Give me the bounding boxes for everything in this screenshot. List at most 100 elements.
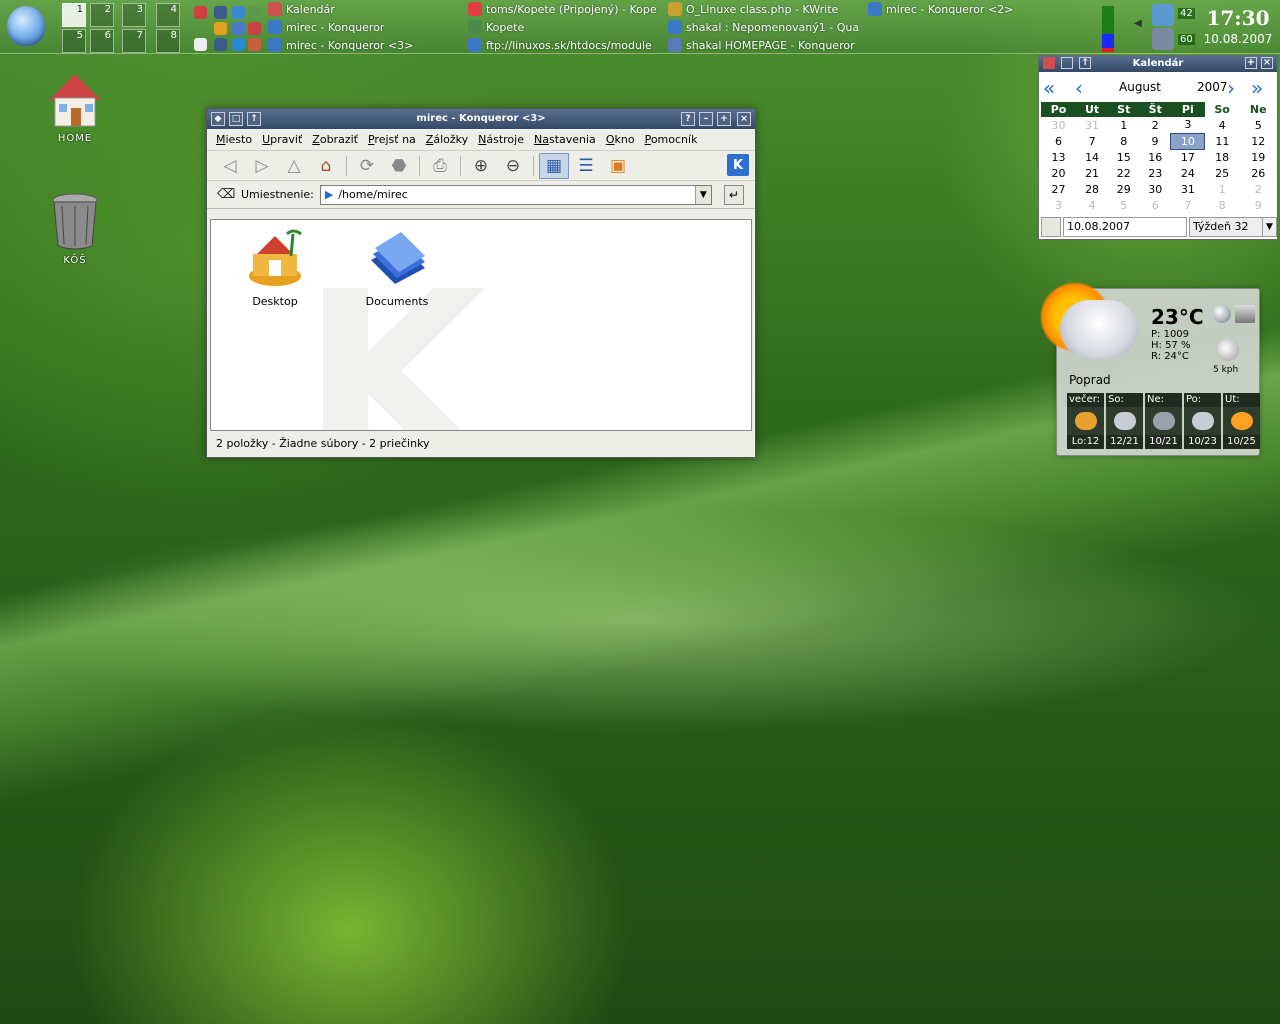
sticky-icon[interactable]: □: [229, 112, 243, 126]
task-item[interactable]: mirec - Konqueror: [268, 18, 458, 36]
icon-view-icon[interactable]: ▦: [539, 152, 569, 179]
calendar-day[interactable]: 12: [1239, 133, 1277, 149]
clock-app-icon[interactable]: [194, 38, 207, 51]
calendar-day[interactable]: 21: [1076, 165, 1108, 181]
menu-prejst-na[interactable]: Prejsť na: [363, 133, 421, 146]
calendar-day[interactable]: 11: [1205, 133, 1240, 149]
help-icon[interactable]: ?: [681, 112, 695, 126]
calendar-month[interactable]: August: [1119, 80, 1161, 94]
detail-view-icon[interactable]: ☰: [571, 153, 601, 179]
up-icon[interactable]: △: [279, 153, 309, 179]
menu-okno[interactable]: Okno: [601, 133, 640, 146]
next-year-icon[interactable]: »: [1251, 76, 1263, 100]
stop-icon[interactable]: ⬣: [384, 153, 414, 179]
close-icon[interactable]: ×: [737, 112, 751, 126]
prev-month-icon[interactable]: ‹: [1075, 76, 1083, 100]
calendar-day[interactable]: 8: [1108, 133, 1139, 149]
sun-app-icon[interactable]: [214, 22, 227, 35]
calendar-day[interactable]: 24: [1171, 165, 1205, 181]
location-input[interactable]: ▶ /home/mirec ▼: [319, 184, 712, 205]
calendar-day[interactable]: 28: [1076, 181, 1108, 197]
location-dropdown-icon[interactable]: ▼: [694, 185, 711, 204]
task-item[interactable]: mirec - Konqueror <2>: [868, 0, 1058, 18]
pager-desktop-5[interactable]: 5: [62, 29, 86, 53]
calendar-day[interactable]: 5: [1108, 197, 1139, 213]
calendar-day[interactable]: 6: [1041, 133, 1076, 149]
task-item[interactable]: mirec - Konqueror <3>: [268, 36, 458, 54]
calendar-day[interactable]: 25: [1205, 165, 1240, 181]
zoom-in-icon[interactable]: ⊕: [466, 153, 496, 179]
calendar-day[interactable]: 15: [1108, 149, 1139, 165]
menu-pomocnik[interactable]: Pomocník: [640, 133, 703, 146]
tray-collapse-icon[interactable]: ◀: [1134, 18, 1142, 29]
task-item[interactable]: Kopete: [468, 18, 660, 36]
menu-zobrazit[interactable]: Zobraziť: [307, 133, 363, 146]
calendar-day[interactable]: 3: [1041, 197, 1076, 213]
calendar-day[interactable]: 9: [1140, 133, 1171, 149]
k-menu-button[interactable]: [6, 3, 46, 49]
clear-location-icon[interactable]: ⌫: [217, 187, 235, 203]
monitor-icon[interactable]: [214, 6, 227, 19]
pager-desktop-3[interactable]: 3: [122, 3, 146, 27]
network-monitor-icon[interactable]: [1152, 4, 1174, 26]
calendar-day[interactable]: 26: [1239, 165, 1277, 181]
menu-nastavenia[interactable]: Nastavenia: [529, 133, 601, 146]
calendar-year[interactable]: 2007: [1197, 80, 1228, 94]
reload-icon[interactable]: ⟳: [352, 153, 382, 179]
calendar-day[interactable]: 14: [1076, 149, 1108, 165]
konqueror-icon[interactable]: [232, 38, 245, 51]
globe-icon[interactable]: [1213, 305, 1231, 323]
calendar-day[interactable]: 31: [1076, 117, 1108, 133]
calendar-day[interactable]: 4: [1076, 197, 1108, 213]
calendar-day[interactable]: 1: [1205, 181, 1240, 197]
calendar-day[interactable]: 19: [1239, 149, 1277, 165]
date-input[interactable]: 10.08.2007: [1063, 217, 1187, 237]
week-select[interactable]: Týždeň 32 ▼: [1189, 217, 1277, 237]
close-icon[interactable]: ×: [1261, 57, 1273, 69]
calendar-day[interactable]: 30: [1140, 181, 1171, 197]
terminal-icon[interactable]: [214, 38, 227, 51]
clock[interactable]: 17:30 10.08.2007: [1200, 6, 1276, 46]
calendar-day[interactable]: 6: [1140, 197, 1171, 213]
menu-upravit[interactable]: Upraviť: [257, 133, 307, 146]
back-icon[interactable]: ◁: [215, 153, 245, 179]
zoom-out-icon[interactable]: ⊖: [498, 153, 528, 179]
calendar-day[interactable]: 2: [1140, 117, 1171, 133]
menu-miesto[interactable]: Miesto: [211, 133, 257, 146]
task-item[interactable]: ftp://linuxos.sk/htdocs/module: [468, 36, 660, 54]
pager-desktop-6[interactable]: 6: [90, 29, 114, 53]
desktop-icon-trash[interactable]: KÔŠ: [40, 192, 110, 266]
file-item-documents[interactable]: Documents: [347, 226, 447, 308]
calendar-icon[interactable]: [1043, 57, 1055, 69]
lock-icon[interactable]: [194, 6, 207, 19]
keep-above-icon[interactable]: ↑: [1079, 57, 1091, 69]
week-dropdown-icon[interactable]: ▼: [1262, 218, 1276, 236]
network-icon[interactable]: [248, 6, 261, 19]
today-button[interactable]: [1041, 217, 1061, 237]
pager-desktop-4[interactable]: 4: [156, 3, 180, 27]
home-icon[interactable]: ⌂: [311, 153, 341, 179]
menu-zalozky[interactable]: Záložky: [421, 133, 473, 146]
calendar-day[interactable]: 29: [1108, 181, 1139, 197]
sticky-icon[interactable]: [1061, 57, 1073, 69]
task-item[interactable]: shakal HOMEPAGE - Konqueror: [668, 36, 862, 54]
file-view[interactable]: K Desktop Documents: [210, 219, 752, 431]
webcam-icon[interactable]: [1235, 305, 1255, 323]
globe-icon[interactable]: [232, 6, 245, 19]
calendar-day[interactable]: 17: [1171, 149, 1205, 165]
maximize-icon[interactable]: +: [1245, 57, 1257, 69]
file-item-desktop[interactable]: Desktop: [225, 226, 325, 308]
calendar-day[interactable]: 5: [1239, 117, 1277, 133]
task-item[interactable]: O_Linuxe class.php - KWrite: [668, 0, 862, 18]
calendar-titlebar[interactable]: ↑ Kalendár + ×: [1039, 56, 1277, 72]
calendar-day[interactable]: 23: [1140, 165, 1171, 181]
calendar-day[interactable]: 31: [1171, 181, 1205, 197]
task-item[interactable]: shakal : Nepomenovaný1 - Qua: [668, 18, 862, 36]
calendar-day[interactable]: 30: [1041, 117, 1076, 133]
task-item[interactable]: toms/Kopete (Pripojený) - Kope: [468, 0, 660, 18]
prev-year-icon[interactable]: «: [1043, 76, 1055, 100]
calendar-day[interactable]: 8: [1205, 197, 1240, 213]
tools-icon[interactable]: [248, 22, 261, 35]
calendar-day[interactable]: 27: [1041, 181, 1076, 197]
task-item[interactable]: Kalendár: [268, 0, 458, 18]
